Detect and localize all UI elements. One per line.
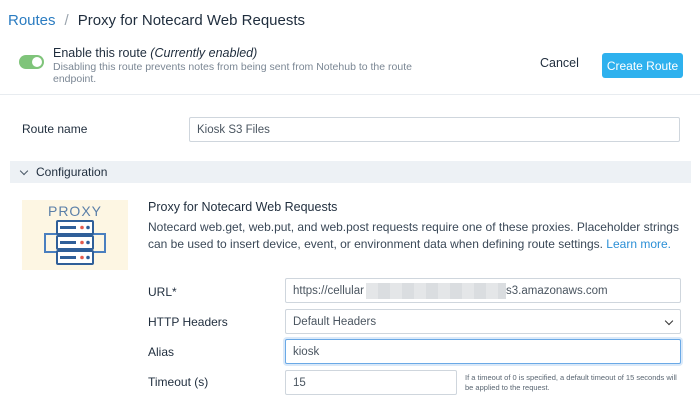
- toggle-knob: [32, 57, 42, 67]
- route-name-value: Kiosk S3 Files: [197, 123, 270, 136]
- url-label: URL*: [148, 285, 177, 299]
- http-headers-label: HTTP Headers: [148, 315, 228, 329]
- route-name-input[interactable]: Kiosk S3 Files: [189, 117, 680, 142]
- enable-route-toggle[interactable]: [19, 55, 44, 69]
- proxy-description-text: Notecard web.get, web.put, and web.post …: [148, 220, 679, 251]
- chevron-down-icon: [19, 166, 29, 175]
- timeout-help-text: If a timeout of 0 is specified, a defaul…: [465, 373, 677, 392]
- http-headers-select[interactable]: Default Headers: [285, 309, 681, 334]
- alias-label: Alias: [148, 345, 175, 359]
- alias-input[interactable]: kiosk: [285, 339, 681, 364]
- http-headers-value: Default Headers: [293, 315, 377, 328]
- learn-more-link[interactable]: Learn more.: [606, 237, 671, 251]
- proxy-description: Notecard web.get, web.put, and web.post …: [148, 219, 688, 253]
- cancel-button[interactable]: Cancel: [540, 56, 579, 70]
- configuration-section-title: Configuration: [36, 165, 108, 179]
- route-name-label: Route name: [22, 122, 88, 136]
- proxy-title: Proxy for Notecard Web Requests: [148, 200, 338, 214]
- enable-route-description: Disabling this route prevents notes from…: [53, 61, 412, 85]
- alias-value: kiosk: [293, 345, 320, 358]
- timeout-label: Timeout (s): [148, 375, 209, 389]
- redacted-region: [366, 283, 506, 299]
- header-divider: [0, 94, 700, 95]
- breadcrumb-routes-link[interactable]: Routes: [8, 12, 56, 29]
- timeout-input[interactable]: 15: [285, 370, 457, 395]
- chevron-down-icon: [664, 316, 674, 326]
- breadcrumb-separator: /: [64, 12, 69, 29]
- enable-route-label: Enable this route (Currently enabled): [53, 46, 257, 60]
- proxy-card-label: PROXY: [47, 203, 102, 219]
- configuration-section-header[interactable]: Configuration: [10, 161, 691, 183]
- enable-route-text: Enable this route: [53, 46, 147, 60]
- server-stack-icon: [44, 220, 106, 265]
- create-route-button[interactable]: Create Route: [602, 53, 683, 78]
- timeout-value: 15: [293, 376, 306, 389]
- proxy-card: PROXY: [22, 200, 128, 270]
- url-value-prefix: https://cellular: [293, 284, 364, 297]
- url-value-suffix: s3.amazonaws.com: [506, 285, 608, 297]
- page-title: Proxy for Notecard Web Requests: [77, 12, 306, 29]
- breadcrumb: Routes / Proxy for Notecard Web Requests: [8, 12, 305, 29]
- enable-route-status: (Currently enabled): [150, 46, 258, 60]
